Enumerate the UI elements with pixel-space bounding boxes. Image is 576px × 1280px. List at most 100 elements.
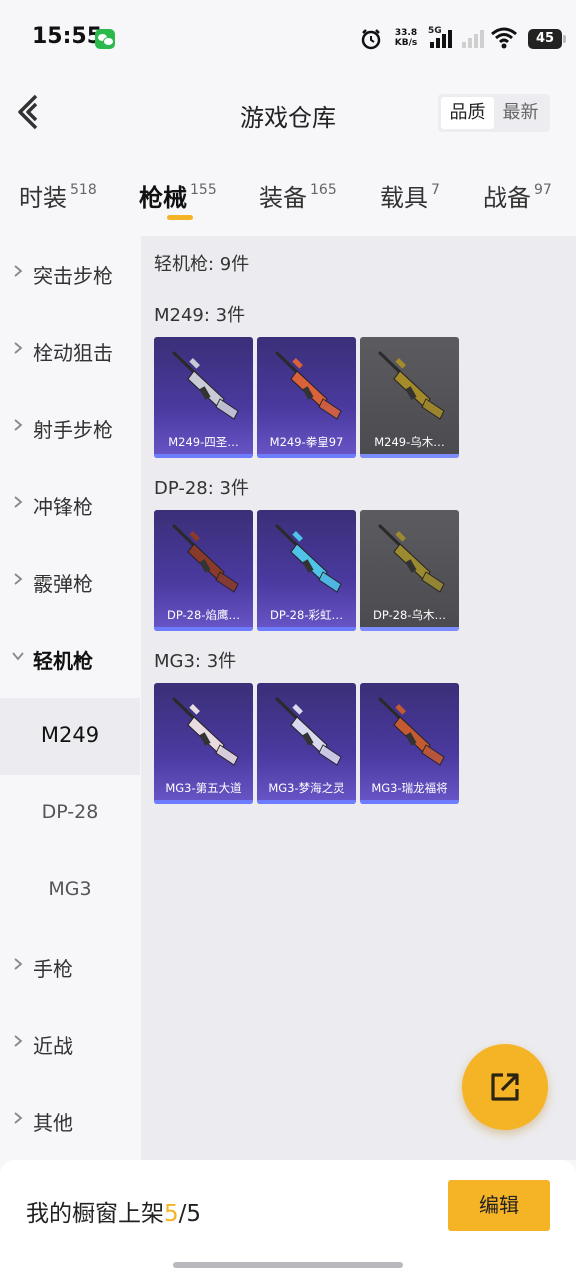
item-card[interactable]: M249-乌木… [360, 337, 459, 458]
sort-toggle: 品质 最新 [438, 94, 550, 132]
gun-skin-image [275, 351, 342, 420]
sidebar: 突击步枪 栓动狙击 射手步枪 冲锋枪 霰弹枪 轻机枪 M249 DP-28 MG… [0, 236, 140, 1160]
chevron-right-icon [14, 1035, 23, 1047]
edit-button[interactable]: 编辑 [448, 1180, 550, 1231]
gun-skin-image [172, 524, 239, 593]
item-name: DP-28-乌木… [373, 608, 446, 622]
sidebar-item-melee[interactable]: 近战 [0, 1006, 140, 1083]
sidebar-subitem-mg3[interactable]: MG3 [0, 852, 140, 929]
chevron-right-icon [14, 573, 23, 585]
tab-label: 枪械 [139, 184, 187, 212]
rarity-bar [154, 800, 253, 804]
showcase-status: 我的橱窗上架5/5 [26, 1194, 201, 1228]
showcase-label: 我的橱窗上架 [26, 1201, 164, 1227]
rarity-bar [154, 627, 253, 631]
item-card[interactable]: M249-拳皇97 [257, 337, 356, 458]
item-grid-panel: 轻机枪: 9件 M249: 3件 M249-四圣… M249-拳皇97 M249… [141, 236, 576, 1160]
sidebar-item-shotgun[interactable]: 霰弹枪 [0, 544, 140, 621]
tab-label: 战备 [483, 184, 531, 212]
gun-skin-image [275, 524, 342, 593]
group-title-dp28: DP-28: 3件 [154, 478, 249, 499]
item-card[interactable]: DP-28-彩虹… [257, 510, 356, 631]
tab-combat-gear[interactable]: 战备 97 [483, 178, 552, 213]
item-name: MG3-瑞龙福将 [371, 781, 448, 795]
item-name: M249-乌木… [374, 435, 445, 449]
tab-count: 7 [431, 182, 440, 198]
sort-newest-button[interactable]: 最新 [494, 97, 547, 129]
item-card[interactable]: MG3-第五大道 [154, 683, 253, 804]
sidebar-subitem-dp28[interactable]: DP-28 [0, 775, 140, 852]
sidebar-item-smg[interactable]: 冲锋枪 [0, 467, 140, 544]
sidebar-item-label: 冲锋枪 [33, 495, 93, 519]
chevron-right-icon [14, 1112, 23, 1124]
share-out-icon [491, 1073, 519, 1101]
sidebar-subitem-label: M249 [40, 723, 100, 747]
status-time: 15:55 [32, 24, 103, 49]
tab-label: 装备 [259, 184, 307, 212]
sidebar-item-label: 射手步枪 [33, 418, 113, 442]
alarm-icon [361, 29, 381, 50]
item-name: M249-拳皇97 [269, 435, 344, 449]
showcase-current: 5 [164, 1201, 179, 1227]
sidebar-item-label: 栓动狙击 [33, 341, 113, 365]
tab-fashion[interactable]: 时装 518 [19, 178, 97, 213]
sidebar-item-label: 手枪 [33, 957, 73, 981]
gun-skin-image [275, 697, 342, 766]
wechat-notification-icon [95, 29, 115, 49]
rarity-bar [360, 454, 459, 458]
sidebar-subitem-m249[interactable]: M249 [0, 698, 140, 775]
sidebar-item-bolt-sniper[interactable]: 栓动狙击 [0, 313, 140, 390]
gun-skin-image [378, 697, 445, 766]
net-speed-value: 33.8 [394, 28, 418, 38]
rarity-bar [257, 627, 356, 631]
gun-skin-image [378, 524, 445, 593]
sidebar-item-label: 近战 [33, 1034, 73, 1058]
net-speed: 33.8 KB/s [391, 28, 421, 48]
tab-equipment[interactable]: 装备 165 [259, 178, 337, 213]
net-speed-unit: KB/s [394, 38, 418, 48]
tab-vehicles[interactable]: 载具 7 [380, 178, 440, 213]
item-name: MG3-第五大道 [165, 781, 242, 795]
sidebar-item-label: 轻机枪 [33, 649, 93, 673]
group-title-m249: M249: 3件 [154, 305, 246, 326]
network-type: 5G [428, 26, 442, 36]
battery-icon: 45 [528, 29, 566, 49]
showcase-total: /5 [178, 1201, 202, 1227]
rarity-bar [360, 627, 459, 631]
tab-count: 97 [534, 182, 552, 198]
sidebar-item-assault-rifle[interactable]: 突击步枪 [0, 236, 140, 313]
sidebar-item-other[interactable]: 其他 [0, 1083, 140, 1160]
sort-quality-button[interactable]: 品质 [441, 97, 494, 129]
item-card[interactable]: DP-28-乌木… [360, 510, 459, 631]
tab-label: 时装 [19, 184, 67, 212]
sidebar-item-lmg[interactable]: 轻机枪 [0, 621, 140, 698]
active-tab-indicator [167, 215, 193, 220]
cellular-signal-icon: 5G [428, 26, 454, 50]
chevron-right-icon [14, 342, 23, 354]
rarity-bar [257, 800, 356, 804]
sidebar-item-marksman-rifle[interactable]: 射手步枪 [0, 390, 140, 467]
chevron-down-icon [12, 652, 24, 661]
item-card[interactable]: M249-四圣… [154, 337, 253, 458]
status-bar: 15:55 33.8 KB/s 5G 45 [0, 0, 576, 70]
gun-skin-image [378, 351, 445, 420]
rarity-bar [154, 454, 253, 458]
item-card[interactable]: DP-28-焰鹰… [154, 510, 253, 631]
header: 游戏仓库 品质 最新 [0, 70, 576, 156]
gun-skin-image [172, 697, 239, 766]
chevron-right-icon [14, 419, 23, 431]
tab-count: 518 [70, 182, 97, 198]
tab-label: 载具 [380, 184, 428, 212]
sidebar-subitem-label: MG3 [48, 878, 92, 900]
tab-firearms[interactable]: 枪械 155 [139, 178, 217, 213]
gun-skin-image [172, 351, 239, 420]
sidebar-item-pistol[interactable]: 手枪 [0, 929, 140, 1006]
item-name: DP-28-彩虹… [270, 608, 343, 622]
category-tabs: 时装 518 枪械 155 装备 165 载具 7 战备 97 [0, 156, 576, 236]
home-indicator[interactable] [173, 1262, 403, 1268]
group-title-mg3: MG3: 3件 [154, 651, 237, 672]
item-card[interactable]: MG3-瑞龙福将 [360, 683, 459, 804]
sidebar-item-label: 霰弹枪 [33, 572, 93, 596]
share-fab-button[interactable] [462, 1044, 548, 1130]
item-card[interactable]: MG3-梦海之灵 [257, 683, 356, 804]
